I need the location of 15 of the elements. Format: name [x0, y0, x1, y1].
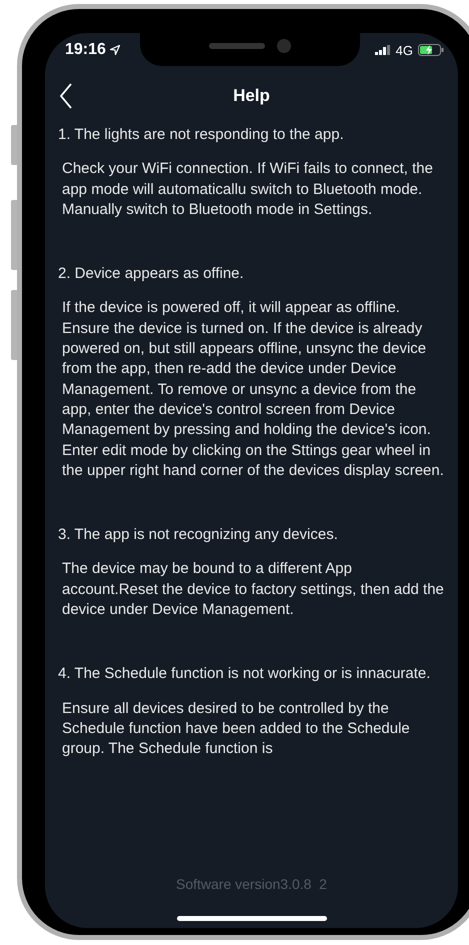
faq-answer: Check your WiFi connection. If WiFi fails to connect, the app mode will automaticallu switch to Bluetooth mode. Manually switch to Bluetooth mode in Settings.: [62, 159, 434, 220]
signal-icon: [374, 45, 391, 55]
faq-answer: The device may be bound to a different App account.Reset the device to factory settings, then add the device under Device Management.: [62, 559, 444, 620]
status-time: 19:16: [65, 41, 106, 59]
faq-question: 1. The lights are not responding to the app.: [58, 125, 345, 145]
faq-question: 4. The Schedule function is not working or is innacurate.: [58, 664, 432, 684]
battery-charging-icon: [418, 44, 444, 56]
location-arrow-icon: [110, 45, 120, 55]
faq-answer: Ensure all devices desired to be controlled by the Schedule function have been added to the Schedule group. The Schedule function is: [62, 698, 411, 760]
software-version: Software version3.0.8 2: [175, 876, 328, 894]
page-title: Help: [233, 86, 270, 106]
faq-question: 2. Device appears as offine.: [58, 264, 245, 284]
network-type: 4G: [396, 42, 413, 58]
faq-answer: If the device is powered off, it will appear as offline. Ensure the device is turned on. If the device is already powered on, but still appears offline, unsync the device from the app, then re-add the device under Device Management. To remove or unsync a device from the app, enter the device's control screen from Device Management by pressing and holding the device's icon. Enter edit mode by clicking on the Sttings gear wheel in the upper right hand corner of the devices display screen.: [62, 298, 444, 481]
faq-question: 3. The app is not recognizing any devices.: [58, 525, 339, 546]
